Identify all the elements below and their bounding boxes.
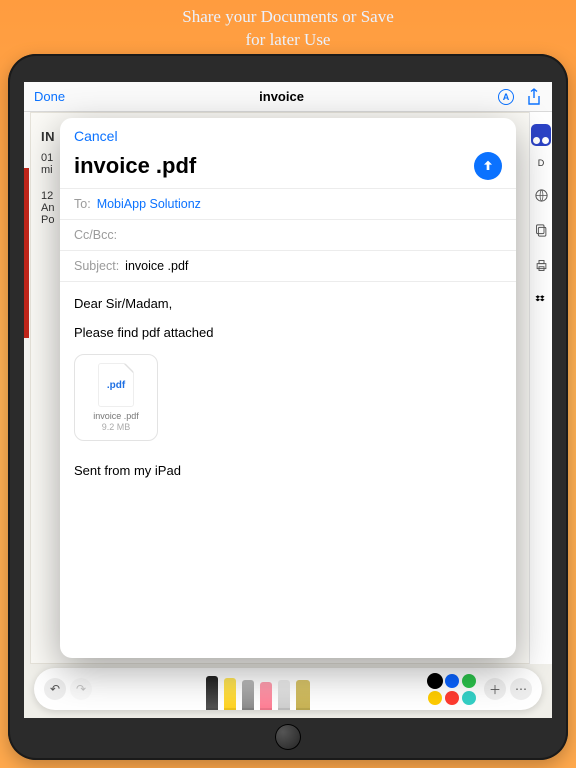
- compose-fields: To: MobiApp Solutionz Cc/Bcc: Subject: i…: [60, 188, 516, 282]
- swatch-blue[interactable]: [445, 674, 459, 688]
- pen-tool[interactable]: [206, 676, 218, 710]
- swatch-yellow[interactable]: [428, 691, 442, 705]
- ccbcc-field[interactable]: Cc/Bcc:: [60, 219, 516, 250]
- home-button[interactable]: [275, 724, 301, 750]
- file-badge: .pdf: [107, 380, 125, 391]
- cancel-button[interactable]: Cancel: [74, 128, 118, 144]
- pencil-tool[interactable]: [242, 680, 254, 710]
- dropbox-icon[interactable]: [534, 293, 549, 308]
- swatch-teal[interactable]: [462, 691, 476, 705]
- promo-caption: Share your Documents or Save for later U…: [0, 0, 576, 52]
- attachment-name: invoice .pdf: [81, 411, 151, 422]
- swatch-black[interactable]: [428, 674, 442, 688]
- add-shape-button[interactable]: ＋: [484, 678, 506, 700]
- attachment-size: 9.2 MB: [81, 422, 151, 432]
- compose-body[interactable]: Dear Sir/Madam, Please find pdf attached…: [60, 282, 516, 658]
- subject-label: Subject:: [74, 259, 119, 273]
- caption-line-2: for later Use: [246, 30, 331, 49]
- send-button[interactable]: [474, 152, 502, 180]
- lasso-tool[interactable]: [278, 680, 290, 710]
- to-label: To:: [74, 197, 91, 211]
- markup-toggle-icon[interactable]: A: [498, 89, 514, 105]
- ipad-screen: Done invoice A IN 01 mi 12 An: [24, 82, 552, 718]
- body-greeting: Dear Sir/Madam,: [74, 296, 502, 311]
- compose-title: invoice .pdf: [74, 153, 196, 179]
- share-side-panel: D: [529, 112, 552, 664]
- markup-toolbar: ↶ ↷ ＋ ⋯: [34, 668, 542, 710]
- undo-button[interactable]: ↶: [44, 678, 66, 700]
- eraser-tool[interactable]: [260, 682, 272, 710]
- attachment-chip[interactable]: .pdf invoice .pdf 9.2 MB: [74, 354, 158, 441]
- done-button[interactable]: Done: [34, 89, 65, 104]
- to-field[interactable]: To: MobiApp Solutionz: [60, 188, 516, 219]
- color-swatches: [428, 674, 476, 705]
- markup-tools: [96, 668, 420, 710]
- ipad-frame: Done invoice A IN 01 mi 12 An: [8, 54, 568, 760]
- share-icon[interactable]: [526, 88, 542, 106]
- subject-field[interactable]: Subject: invoice .pdf: [60, 250, 516, 282]
- ccbcc-label: Cc/Bcc:: [74, 228, 117, 242]
- more-button[interactable]: ⋯: [510, 678, 532, 700]
- body-line: Please find pdf attached: [74, 325, 502, 340]
- viewer-toolbar: Done invoice A: [24, 82, 552, 112]
- file-icon: .pdf: [98, 363, 134, 407]
- app-tile-icon[interactable]: [531, 124, 551, 146]
- subject-value: invoice .pdf: [125, 259, 188, 273]
- mail-compose-sheet: Cancel invoice .pdf To: MobiApp Solution…: [60, 118, 516, 658]
- copy-icon[interactable]: [534, 223, 549, 238]
- viewer-title: invoice: [259, 89, 304, 104]
- signature: Sent from my iPad: [74, 463, 502, 478]
- app-tile-label: D: [538, 158, 545, 168]
- print-icon[interactable]: [534, 258, 549, 273]
- to-value: MobiApp Solutionz: [97, 197, 201, 211]
- caption-line-1: Share your Documents or Save: [182, 7, 394, 26]
- swatch-red[interactable]: [445, 691, 459, 705]
- swatch-green[interactable]: [462, 674, 476, 688]
- document-red-margin: [24, 168, 29, 338]
- highlighter-tool[interactable]: [224, 678, 236, 710]
- globe-icon[interactable]: [534, 188, 549, 203]
- ruler-tool[interactable]: [296, 680, 310, 710]
- redo-button[interactable]: ↷: [70, 678, 92, 700]
